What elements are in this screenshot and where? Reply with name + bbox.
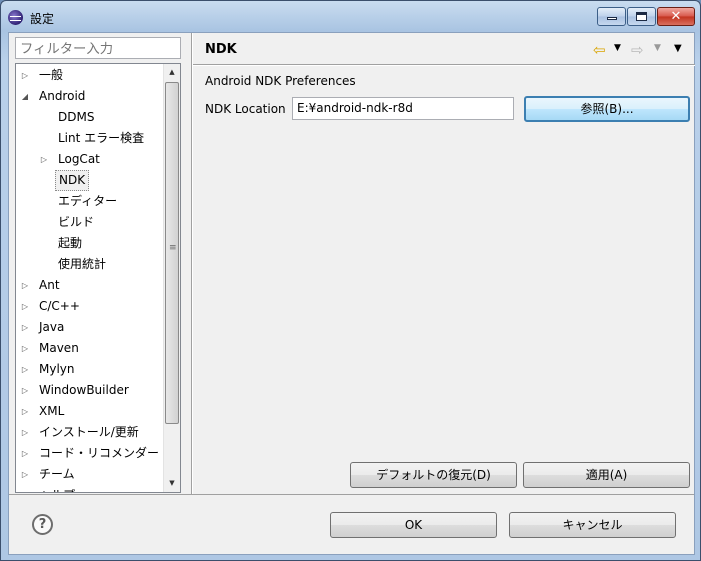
tree-item-label: チーム: [39, 467, 75, 481]
forward-arrow-icon[interactable]: ⇨: [631, 41, 644, 59]
ndk-location-field[interactable]: E:¥android-ndk-r8d: [292, 97, 514, 120]
scroll-down-icon[interactable]: ▼: [164, 475, 180, 492]
tree-item-label: ビルド: [58, 215, 95, 229]
tree-item-label: エディター: [58, 194, 118, 208]
back-history-dropdown-icon[interactable]: ▼: [614, 43, 621, 53]
tree-item-label: NDK: [55, 170, 90, 191]
collapsed-twisty-icon[interactable]: ▷: [20, 317, 30, 338]
minimize-icon: [606, 17, 617, 20]
ok-button[interactable]: OK: [330, 512, 497, 538]
tree-item-label: DDMS: [58, 110, 95, 124]
tree-scrollbar[interactable]: ▲ ≡ ▼: [163, 64, 180, 492]
tree-item-label: Maven: [39, 341, 79, 355]
collapsed-twisty-icon[interactable]: ▷: [20, 275, 30, 296]
help-icon[interactable]: ?: [32, 514, 53, 535]
maximize-icon: [636, 12, 647, 21]
pane-sash[interactable]: [191, 33, 193, 494]
footer-separator: [9, 494, 694, 495]
scrollbar-thumb[interactable]: ≡: [165, 82, 179, 424]
expanded-twisty-icon[interactable]: ◢: [20, 86, 30, 107]
view-menu-icon[interactable]: ▼: [674, 43, 682, 54]
tree-item-label: Ant: [39, 278, 60, 292]
tree-item-label: Android: [39, 89, 86, 103]
browse-button[interactable]: 参照(B)...: [524, 96, 690, 122]
tree-item-label: 起動: [58, 236, 83, 250]
close-icon: ✕: [670, 9, 682, 24]
tree-item-label: Mylyn: [39, 362, 75, 376]
tree-item-label: XML: [39, 404, 65, 418]
minimize-button[interactable]: [597, 7, 626, 26]
tree-item-label: 使用統計: [58, 257, 107, 271]
forward-history-dropdown-icon[interactable]: ▼: [654, 43, 661, 53]
preferences-window: 設定 ✕ ▷ 一般 ◢ Android DDMS Lint エラー検査 ▷ LogCat NDK…: [0, 0, 701, 561]
tree-item-label: ヘルプ: [36, 485, 78, 492]
restore-defaults-button[interactable]: デフォルトの復元(D): [350, 462, 517, 488]
maximize-button[interactable]: [627, 7, 656, 26]
tree-item-label: インストール/更新: [39, 425, 139, 439]
section-label: Android NDK Preferences: [205, 74, 356, 88]
apply-button[interactable]: 適用(A): [523, 462, 690, 488]
cancel-button[interactable]: キャンセル: [509, 512, 676, 538]
collapsed-twisty-icon[interactable]: ▷: [20, 464, 30, 485]
collapsed-twisty-icon[interactable]: ▷: [20, 401, 30, 422]
collapsed-twisty-icon[interactable]: ▷: [20, 296, 30, 317]
tree-item-label: 一般: [39, 68, 64, 82]
collapsed-twisty-icon[interactable]: ▷: [20, 380, 30, 401]
collapsed-twisty-icon[interactable]: ▷: [20, 338, 30, 359]
tree-item-label: C/C++: [39, 299, 80, 313]
collapsed-twisty-icon[interactable]: ▷: [20, 443, 30, 464]
collapsed-twisty-icon[interactable]: ▷: [20, 422, 30, 443]
tree-item-label: Lint エラー検査: [58, 131, 145, 145]
collapsed-twisty-icon[interactable]: ▷: [39, 149, 49, 170]
back-arrow-icon[interactable]: ⇦: [593, 41, 606, 59]
eclipse-app-icon: [8, 10, 23, 25]
close-button[interactable]: ✕: [657, 7, 695, 26]
title-bar[interactable]: 設定 ✕: [1, 1, 700, 33]
page-title: NDK: [205, 42, 237, 57]
title-separator-highlight: [193, 65, 695, 66]
tree-item-label: Java: [39, 320, 65, 334]
filter-input[interactable]: [15, 37, 181, 59]
scrollbar-grip-icon: ≡: [169, 243, 177, 253]
dialog-client-area: ▷ 一般 ◢ Android DDMS Lint エラー検査 ▷ LogCat NDK エディター…: [8, 32, 695, 555]
collapsed-twisty-icon[interactable]: ▷: [20, 485, 30, 492]
tree-item-label: WindowBuilder: [39, 383, 129, 397]
window-title: 設定: [30, 12, 55, 26]
ndk-location-label: NDK Location: [205, 102, 286, 116]
tree-item-label: LogCat: [58, 152, 100, 166]
preference-tree[interactable]: ▷ 一般 ◢ Android DDMS Lint エラー検査 ▷ LogCat NDK エディター…: [15, 63, 181, 493]
collapsed-twisty-icon[interactable]: ▷: [20, 65, 30, 86]
collapsed-twisty-icon[interactable]: ▷: [20, 359, 30, 380]
scroll-up-icon[interactable]: ▲: [164, 64, 180, 81]
tree-item-label: コード・リコメンダー: [39, 446, 160, 460]
